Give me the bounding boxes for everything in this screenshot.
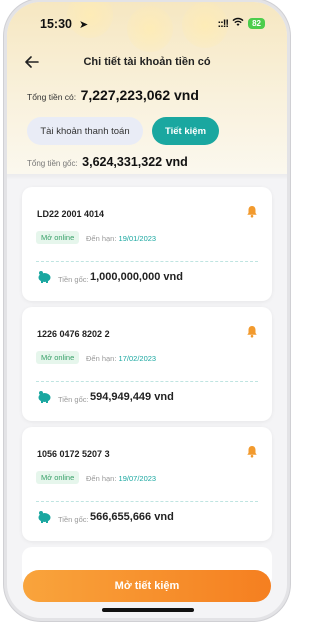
due-date: Đến hạn: 17/02/2023 <box>86 354 156 363</box>
battery-indicator: 82 <box>248 18 265 29</box>
due-date-value: 19/01/2023 <box>118 234 157 243</box>
principal-label: Tiền gốc: <box>58 515 89 524</box>
status-badge: Mở online <box>36 351 80 364</box>
open-savings-button[interactable]: Mở tiết kiệm <box>23 570 271 602</box>
page-title: Chi tiết tài khoản tiền có <box>83 56 211 68</box>
principal-value: 566,655,666 vnd <box>90 511 174 523</box>
wifi-icon <box>232 17 244 30</box>
principal-total-value: 3,624,331,322 vnd <box>82 155 188 169</box>
savings-account-card[interactable]: 1226 0476 8202 2 Mở online Đến hạn: 17/0… <box>22 307 272 421</box>
total-value: 7,227,223,062 vnd <box>80 87 199 103</box>
total-balance: Tổng tiền có: 7,227,223,062 vnd <box>27 87 199 105</box>
bell-icon[interactable] <box>246 205 258 218</box>
status-icons: ::!! 82 <box>217 17 265 30</box>
due-date: Đến hạn: 19/07/2023 <box>86 474 156 483</box>
tab-savings[interactable]: Tiết kiệm <box>152 117 220 145</box>
principal-value: 594,949,449 vnd <box>90 391 174 403</box>
tab-payment-account[interactable]: Tài khoản thanh toán <box>27 117 143 145</box>
card-divider <box>36 261 258 262</box>
status-badge: Mở online <box>36 471 80 484</box>
principal-label: Tiền gốc: <box>58 275 89 284</box>
total-label: Tổng tiền có: <box>27 92 77 102</box>
piggy-bank-icon <box>38 391 51 403</box>
principal-value: 1,000,000,000 vnd <box>90 271 183 283</box>
piggy-bank-icon <box>38 511 51 523</box>
savings-account-card[interactable]: 1056 0172 5207 3 Mở online Đến hạn: 19/0… <box>22 427 272 541</box>
status-time: 15:30 <box>40 17 72 31</box>
nav-bar: Chi tiết tài khoản tiền có <box>7 52 287 76</box>
account-type-tabs: Tài khoản thanh toán Tiết kiệm <box>27 117 220 145</box>
section-divider <box>7 174 287 180</box>
phone-frame: 15:30 ➤ ::!! 82 Chi tiết tài khoản tiền … <box>7 2 287 618</box>
principal-label: Tiền gốc: <box>58 395 89 404</box>
due-label: Đến hạn: <box>86 234 117 243</box>
account-number: LD22 2001 4014 <box>37 209 105 219</box>
account-number: 1226 0476 8202 2 <box>37 329 110 339</box>
savings-account-card[interactable]: LD22 2001 4014 Mở online Đến hạn: 19/01/… <box>22 187 272 301</box>
total-principal: Tổng tiền gốc: 3,624,331,322 vnd <box>27 153 188 171</box>
principal-total-label: Tổng tiền gốc: <box>27 159 78 168</box>
card-divider <box>36 501 258 502</box>
bell-icon[interactable] <box>246 325 258 338</box>
card-divider <box>36 381 258 382</box>
location-arrow-icon: ➤ <box>79 19 89 31</box>
due-label: Đến hạn: <box>86 474 117 483</box>
status-badge: Mở online <box>36 231 80 244</box>
due-date-value: 19/07/2023 <box>118 474 157 483</box>
account-number: 1056 0172 5207 3 <box>37 449 110 459</box>
due-date-value: 17/02/2023 <box>118 354 157 363</box>
due-date: Đến hạn: 19/01/2023 <box>86 234 156 243</box>
signal-icon: ::!! <box>217 17 229 30</box>
due-label: Đến hạn: <box>86 354 117 363</box>
home-indicator <box>102 608 194 612</box>
status-bar: 15:30 ➤ ::!! 82 <box>7 2 287 38</box>
piggy-bank-icon <box>38 271 51 283</box>
bell-icon[interactable] <box>246 445 258 458</box>
